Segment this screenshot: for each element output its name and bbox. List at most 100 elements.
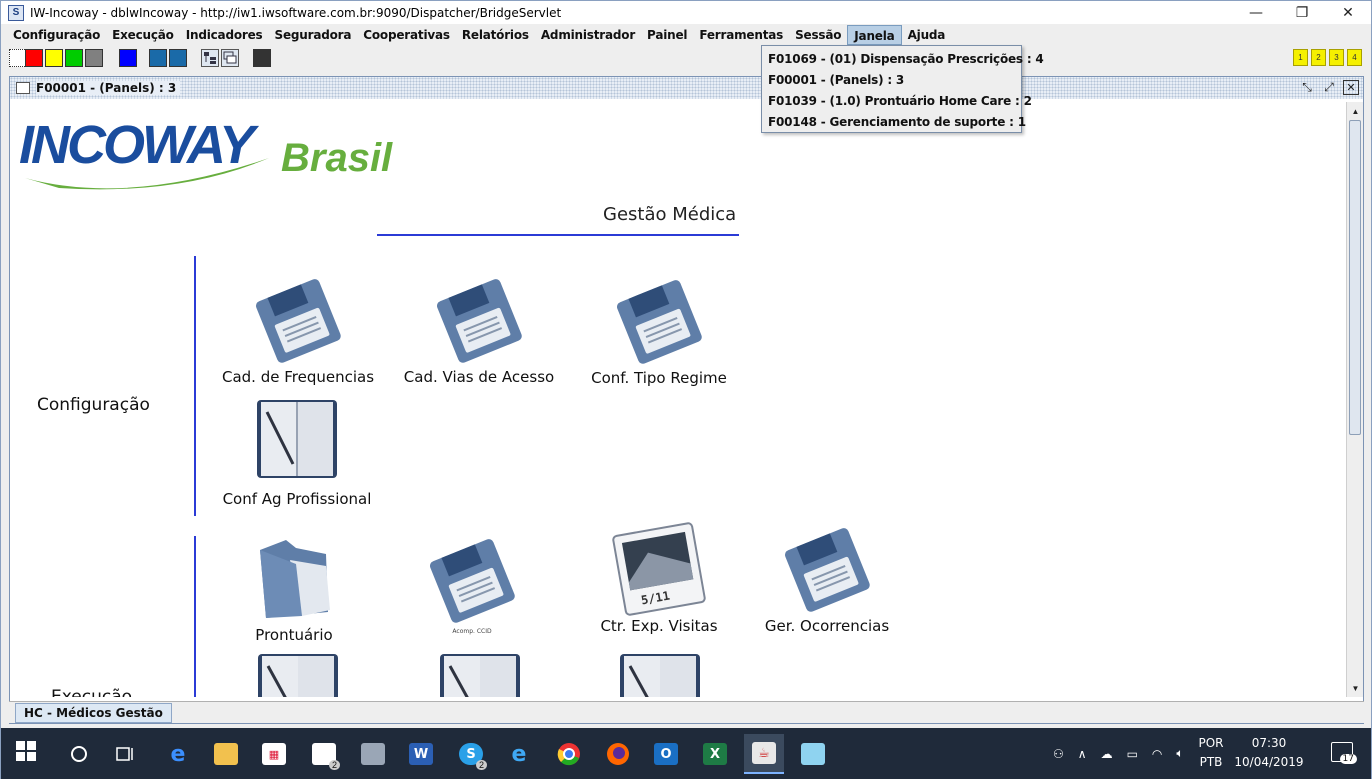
internal-frame: F00001 - (Panels) : 3 ⤡ ⤢ ✕ INCOWAY Bras…: [9, 76, 1364, 724]
scroll-up-icon[interactable]: ▲: [1347, 103, 1364, 119]
task-view-icon[interactable]: [105, 734, 145, 774]
tile-conf-tipo-regime[interactable]: Conf. Tipo Regime: [569, 273, 749, 387]
menu-indicadores[interactable]: Indicadores: [180, 25, 269, 45]
menu-seguradora[interactable]: Seguradora: [269, 25, 358, 45]
tile-conf-ag-profissional[interactable]: Conf Ag Profissional: [207, 394, 387, 508]
edge-icon[interactable]: e: [158, 734, 198, 774]
menu-painel[interactable]: Painel: [641, 25, 693, 45]
excel-icon[interactable]: X: [695, 734, 735, 774]
clock[interactable]: 07:30 10/04/2019: [1229, 734, 1309, 772]
tile-cad-vias-acesso[interactable]: Cad. Vias de Acesso: [389, 272, 569, 386]
menu-administrador[interactable]: Administrador: [535, 25, 641, 45]
cascade-windows-icon[interactable]: [221, 49, 239, 67]
internet-explorer-icon[interactable]: e: [499, 734, 539, 774]
quick-button-2[interactable]: 2: [1311, 49, 1326, 66]
network-app-icon[interactable]: ☁: [1101, 747, 1113, 761]
chrome-icon[interactable]: [549, 734, 589, 774]
window-item-f01069[interactable]: F01069 - (01) Dispensação Prescrições : …: [762, 49, 1044, 70]
quick-button-4[interactable]: 4: [1347, 49, 1362, 66]
tile-ctr-exp-visitas[interactable]: 5/11 Ctr. Exp. Visitas: [569, 521, 749, 635]
tree-icon[interactable]: [201, 49, 219, 67]
menu-janela[interactable]: Janela: [847, 24, 902, 45]
menu-sessao[interactable]: Sessão: [789, 25, 847, 45]
menu-ferramentas[interactable]: Ferramentas: [693, 25, 789, 45]
volume-icon[interactable]: 🔈︎: [1176, 746, 1183, 761]
group-label-execucao: Execução: [51, 687, 133, 697]
minimize-button[interactable]: —: [1233, 1, 1279, 24]
dark-blue-swatch[interactable]: [149, 49, 167, 67]
scroll-thumb[interactable]: [1349, 120, 1361, 435]
clock-date: 10/04/2019: [1234, 755, 1304, 769]
gray-swatch[interactable]: [85, 49, 103, 67]
menu-cooperativas[interactable]: Cooperativas: [357, 25, 456, 45]
frame-minimize-icon[interactable]: ⤡: [1299, 80, 1315, 95]
folder-icon: [246, 530, 342, 626]
logo-sub-text: Brasil: [281, 136, 393, 180]
people-icon[interactable]: ⚇: [1053, 747, 1064, 761]
blue-swatch[interactable]: [119, 49, 137, 67]
menu-execucao[interactable]: Execução: [106, 25, 180, 45]
windows-start-icon[interactable]: [15, 740, 41, 766]
restore-button[interactable]: ❐: [1279, 1, 1325, 24]
tile-label: Conf Ag Profissional: [222, 490, 372, 508]
app-icon: S: [8, 4, 24, 21]
file-explorer-icon[interactable]: [206, 734, 246, 774]
menu-ajuda[interactable]: Ajuda: [902, 25, 952, 45]
word-icon[interactable]: W: [401, 734, 441, 774]
floppy-disk-icon: [431, 272, 527, 368]
close-button[interactable]: ✕: [1325, 1, 1371, 24]
window-item-f01039[interactable]: F01039 - (1.0) Prontuário Home Care : 2: [762, 91, 1032, 112]
battery-icon[interactable]: ▭: [1127, 747, 1138, 761]
search-icon[interactable]: [59, 734, 99, 774]
quick-button-1[interactable]: 1: [1293, 49, 1308, 66]
window-item-f00148[interactable]: F00148 - Gerenciamento de suporte : 1: [762, 112, 1026, 133]
tile-acomp-ccid[interactable]: Acomp. CCID: [382, 532, 562, 635]
language-indicator[interactable]: POR PTB: [1191, 734, 1231, 772]
store-icon[interactable]: ▦: [254, 734, 294, 774]
notes-app-icon[interactable]: [793, 734, 833, 774]
vertical-scrollbar[interactable]: ▲ ▼: [1346, 102, 1363, 697]
quick-button-3[interactable]: 3: [1329, 49, 1344, 66]
taskbar: e ▦ 2 W S2 e O X ☕ ⚇ ∧ ☁ ▭ ◠ 🔈︎ POR PTB …: [1, 728, 1371, 779]
notebook-icon[interactable]: [432, 648, 528, 697]
logo-main-text: INCOWAY: [19, 115, 255, 175]
notebook-icon: [249, 394, 345, 490]
app-gray-icon[interactable]: [353, 734, 393, 774]
dark-blue-swatch-2[interactable]: [169, 49, 187, 67]
group-divider-configuracao: [194, 256, 196, 516]
panel-content: INCOWAY Brasil Gestão Médica Configuraçã…: [13, 102, 1344, 697]
yellow-swatch[interactable]: [45, 49, 63, 67]
title-bar: S IW-Incoway - dblwIncoway - http://iw1.…: [1, 1, 1371, 24]
tab-hc-medicos-gestao[interactable]: HC - Médicos Gestão: [15, 703, 172, 723]
frame-maximize-icon[interactable]: ⤢: [1321, 80, 1337, 95]
menu-configuracao[interactable]: Configuração: [7, 25, 106, 45]
frame-title-bar[interactable]: F00001 - (Panels) : 3 ⤡ ⤢ ✕: [10, 77, 1363, 99]
section-heading: Gestão Médica: [603, 204, 737, 225]
green-swatch[interactable]: [65, 49, 83, 67]
black-swatch[interactable]: [253, 49, 271, 67]
tile-label: Ctr. Exp. Visitas: [600, 617, 718, 635]
scroll-down-icon[interactable]: ▼: [1347, 680, 1364, 696]
tile-label: Cad. Vias de Acesso: [403, 368, 555, 386]
outlook-icon[interactable]: O: [646, 734, 686, 774]
photo-icon: 5/11: [611, 521, 707, 617]
wifi-icon[interactable]: ◠: [1152, 747, 1162, 761]
menu-relatorios[interactable]: Relatórios: [456, 25, 535, 45]
notebook-icon[interactable]: [612, 648, 708, 697]
mail-icon[interactable]: 2: [304, 734, 344, 774]
notebook-icon[interactable]: [250, 648, 346, 697]
floppy-disk-icon: [424, 532, 520, 628]
red-swatch[interactable]: [25, 49, 43, 67]
skype-icon[interactable]: S2: [451, 734, 491, 774]
window-item-f00001[interactable]: F00001 - (Panels) : 3: [762, 70, 1021, 91]
heading-underline: [377, 234, 739, 236]
frame-close-icon[interactable]: ✕: [1343, 80, 1359, 95]
notification-count: 17: [1339, 754, 1357, 764]
tile-cad-frequencias[interactable]: Cad. de Frequencias: [208, 272, 388, 386]
firefox-icon[interactable]: [598, 734, 638, 774]
show-hidden-icons-icon[interactable]: ∧: [1078, 747, 1087, 761]
tile-prontuario[interactable]: Prontuário: [204, 530, 384, 644]
tile-ger-ocorrencias[interactable]: Ger. Ocorrencias: [737, 521, 917, 635]
tile-label: Acomp. CCID: [452, 628, 492, 635]
java-icon[interactable]: ☕: [744, 734, 784, 774]
